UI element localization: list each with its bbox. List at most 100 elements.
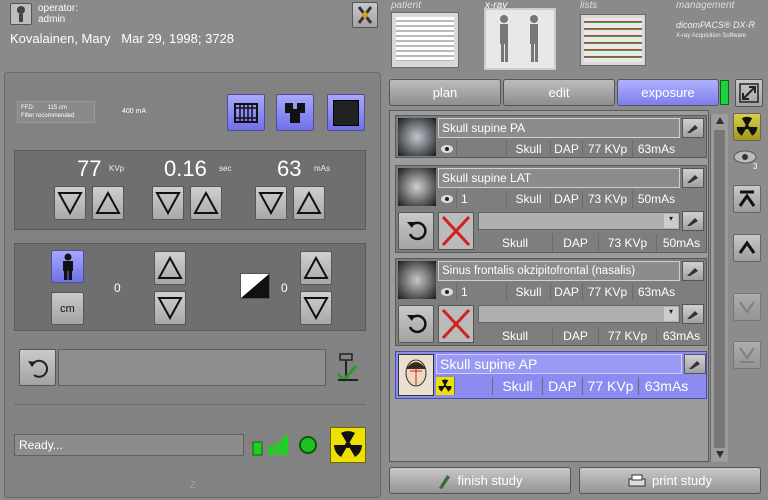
field-button[interactable]: [327, 94, 365, 131]
height-up-button[interactable]: [154, 251, 186, 285]
move-top-button[interactable]: [733, 185, 761, 213]
nav-xray-thumb[interactable]: [484, 8, 556, 70]
reject-reason-dropdown[interactable]: ▾: [478, 305, 680, 323]
mas-down-button[interactable]: [255, 186, 287, 220]
grid-icon: [234, 102, 258, 123]
finish-study-button[interactable]: finish study: [389, 467, 571, 494]
region: Skull: [506, 190, 550, 208]
kvp: 77 KVp: [582, 283, 632, 301]
ma-value: 400 mA: [122, 108, 147, 115]
kvp-down-button[interactable]: [54, 186, 86, 220]
scrollbar-thumb[interactable]: [714, 130, 725, 448]
printer-icon: [628, 474, 646, 486]
reject-reason-dropdown[interactable]: ▾: [478, 212, 680, 230]
triangle-up-icon: [193, 191, 219, 214]
eye-count: 3: [753, 162, 758, 171]
mas-value: 63: [277, 156, 302, 181]
kvp-up-button[interactable]: [92, 186, 124, 220]
kvp: 73 KVp: [582, 190, 632, 208]
message-field: [58, 349, 326, 386]
pen-icon: [687, 268, 698, 276]
move-bottom-button[interactable]: [733, 341, 761, 369]
triangle-up-icon: [95, 191, 121, 214]
pen-icon: [687, 218, 698, 226]
nav-lists-thumb[interactable]: [580, 14, 646, 66]
edit-button[interactable]: [682, 211, 704, 231]
exposure-title: Skull supine PA: [438, 118, 680, 138]
wedge-down-button[interactable]: [300, 291, 332, 325]
skull-lat-thumbnail: [398, 168, 436, 206]
region: Skull: [506, 283, 550, 301]
exposure-item[interactable]: Skull supine PA Skull DAP 77 KVp 63mAs: [395, 115, 707, 158]
dap: DAP: [550, 283, 582, 301]
expand-button[interactable]: [735, 79, 763, 107]
detector-button[interactable]: [276, 94, 314, 131]
kvp: 77 KVp: [582, 377, 638, 395]
eye-icon[interactable]: [438, 190, 456, 208]
exposure-item[interactable]: Skull supine LAT 1 Skull DAP 73 KVp 50mA…: [395, 165, 707, 253]
exposure-item-selected[interactable]: Skull supine AP Skull DAP 77 KVp 63mAs: [395, 351, 707, 399]
dap: DAP: [542, 377, 582, 395]
print-study-button[interactable]: print study: [579, 467, 761, 494]
nav-lists-label: lists: [580, 0, 598, 11]
kvp-unit: KVp: [109, 164, 125, 173]
undo-button[interactable]: [19, 349, 56, 386]
tools-button[interactable]: [352, 2, 378, 28]
checklist-icon[interactable]: [334, 352, 360, 384]
move-down-button[interactable]: [733, 293, 761, 321]
pen-icon: [687, 311, 698, 319]
image-count: 1: [456, 190, 506, 208]
edit-button[interactable]: [682, 168, 704, 188]
visibility-toggle[interactable]: 3: [733, 148, 767, 174]
region: Skull: [501, 236, 528, 250]
grid-button[interactable]: [227, 94, 265, 131]
dap: DAP: [550, 190, 582, 208]
mas-up-button[interactable]: [293, 186, 325, 220]
edit-button[interactable]: [684, 354, 706, 374]
tools-icon: [357, 6, 373, 24]
dap: DAP: [550, 140, 582, 158]
move-up-button[interactable]: [733, 234, 761, 262]
resize-grip-icon: Z: [190, 480, 197, 491]
height-down-button[interactable]: [154, 291, 186, 325]
tab-edit[interactable]: edit: [503, 79, 615, 106]
skull-pa-thumbnail: [398, 118, 436, 156]
signal-bars-icon: [252, 434, 294, 456]
radiation-filter-button[interactable]: [733, 113, 761, 141]
mas: 63mAs: [638, 377, 694, 395]
edit-button[interactable]: [682, 304, 704, 324]
dap: DAP: [552, 327, 598, 345]
patient-face-thumbnail: [398, 354, 434, 396]
kvp: 77 KVp: [582, 140, 632, 158]
divider: [14, 404, 366, 405]
triangle-down-icon: [157, 297, 183, 320]
edit-button[interactable]: [682, 261, 704, 281]
eye-icon[interactable]: [438, 283, 456, 301]
tab-plan[interactable]: plan: [389, 79, 501, 106]
triangle-down-icon: [155, 192, 181, 215]
sec-value: 0.16: [164, 156, 207, 181]
repeat-button[interactable]: [398, 305, 434, 343]
radiation-button[interactable]: [330, 427, 366, 463]
scroll-up-icon: [715, 117, 724, 124]
chevron-up-icon: [738, 240, 756, 254]
triangle-up-icon: [157, 256, 183, 279]
person-icon: [62, 253, 73, 280]
height-unit-button[interactable]: cm: [51, 292, 84, 325]
patient-position-button[interactable]: [51, 250, 84, 283]
tab-exposure[interactable]: exposure: [617, 79, 719, 106]
list-scrollbar[interactable]: [710, 114, 728, 462]
sec-down-button[interactable]: [152, 186, 184, 220]
wedge-up-button[interactable]: [300, 251, 332, 285]
nav-patient-thumb[interactable]: [391, 12, 459, 68]
edit-button[interactable]: [682, 118, 704, 138]
sec-up-button[interactable]: [190, 186, 222, 220]
wedge-filter-icon: [240, 273, 270, 299]
repeat-icon: [407, 221, 427, 241]
eye-icon[interactable]: [438, 140, 456, 158]
triangle-down-icon: [57, 192, 83, 215]
field-icon: [333, 99, 359, 126]
exposure-item[interactable]: Sinus frontalis okzipitofrontal (nasalis…: [395, 258, 707, 346]
repeat-button[interactable]: [398, 212, 434, 250]
mas: 63mAs: [656, 327, 706, 345]
